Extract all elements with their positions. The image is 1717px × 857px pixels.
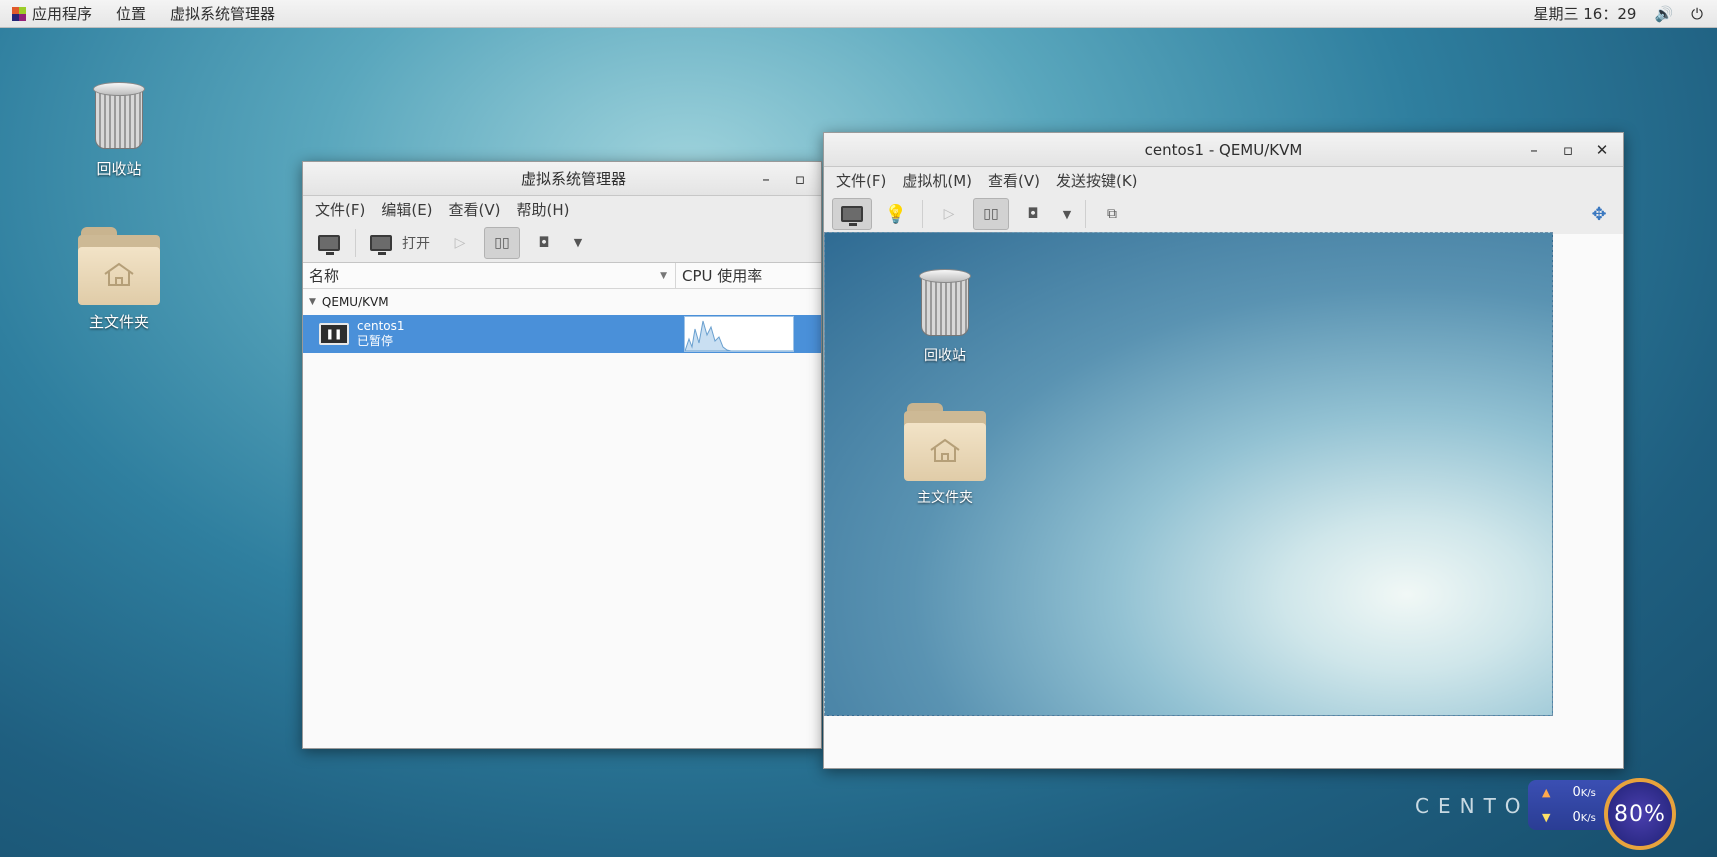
clock[interactable]: 星期三 16：29	[1533, 3, 1636, 24]
minimize-icon[interactable]: –	[1519, 137, 1549, 163]
menu-file[interactable]: 文件(F)	[307, 199, 373, 220]
pause-icon[interactable]: ▯▯	[973, 198, 1009, 230]
chevron-down-icon[interactable]: ▼	[568, 227, 588, 259]
centos-logo-icon	[12, 6, 26, 21]
guest-home-label: 主文件夹	[917, 490, 973, 506]
guest-display[interactable]: 回收站 主文件夹	[824, 232, 1553, 716]
vm-name: centos1	[357, 319, 405, 333]
menu-vm[interactable]: 虚拟机(M)	[894, 170, 980, 191]
vmm-title: 虚拟系统管理器	[521, 170, 627, 188]
new-vm-icon	[318, 234, 340, 255]
vm-status: 已暂停	[357, 334, 394, 348]
virt-manager-window: 虚拟系统管理器 – ▫ 文件(F) 编辑(E) 查看(V) 帮助(H) 打开 ▷…	[302, 161, 822, 749]
home-folder-icon	[78, 227, 160, 305]
menu-file[interactable]: 文件(F)	[828, 170, 894, 191]
minimize-icon[interactable]: –	[751, 166, 781, 192]
guest-home-folder[interactable]: 主文件夹	[890, 403, 1000, 507]
shutdown-icon[interactable]: ◘	[1015, 198, 1051, 230]
vm-list-header: 名称 ▼ CPU 使用率	[303, 262, 821, 289]
chevron-down-icon[interactable]: ▼	[1057, 198, 1077, 230]
new-vm-button[interactable]	[311, 227, 347, 259]
applications-label: 应用程序	[32, 5, 93, 23]
menu-help[interactable]: 帮助(H)	[509, 199, 578, 220]
console-titlebar[interactable]: centos1 - QEMU/KVM – ▫ ✕	[824, 133, 1623, 167]
console-menubar: 文件(F) 虚拟机(M) 查看(V) 发送按键(K)	[824, 167, 1623, 194]
menu-view[interactable]: 查看(V)	[441, 199, 509, 220]
menu-edit[interactable]: 编辑(E)	[373, 199, 440, 220]
applications-menu[interactable]: 应用程序	[0, 0, 104, 28]
vm-row[interactable]: ❚❚ centos1 已暂停	[303, 315, 821, 353]
pause-icon[interactable]: ▯▯	[484, 226, 520, 259]
column-name[interactable]: 名称 ▼	[303, 262, 676, 289]
desktop-trash-label: 回收站	[96, 160, 142, 178]
desktop-trash[interactable]: 回收站	[64, 82, 174, 179]
console-title: centos1 - QEMU/KVM	[1144, 140, 1303, 159]
expander-icon[interactable]: ▼	[309, 297, 316, 307]
upload-arrow-icon: ▲	[1542, 786, 1551, 799]
download-unit: K/s	[1580, 813, 1596, 824]
monitor-icon	[841, 206, 863, 226]
open-label: 打开	[402, 235, 430, 252]
vmm-menubar: 文件(F) 编辑(E) 查看(V) 帮助(H)	[303, 196, 821, 223]
upload-value: 0	[1572, 785, 1581, 800]
volume-icon[interactable]: 🔊	[1654, 5, 1673, 23]
cpu-usage-graph	[684, 316, 794, 352]
vmm-toolbar: 打开 ▷ ▯▯ ◘ ▼	[303, 223, 821, 263]
shutdown-icon[interactable]: ◘	[526, 227, 562, 259]
group-label: QEMU/KVM	[321, 295, 389, 309]
home-folder-icon	[904, 403, 986, 481]
fullscreen-icon[interactable]: ✥	[1581, 198, 1617, 230]
column-cpu[interactable]: CPU 使用率	[676, 263, 762, 289]
trash-icon	[917, 269, 973, 339]
close-icon[interactable]: ✕	[1587, 137, 1617, 163]
menu-view[interactable]: 查看(V)	[980, 170, 1048, 191]
top-panel: 应用程序 位置 虚拟系统管理器 星期三 16：29 🔊 ⏻	[0, 0, 1717, 28]
lightbulb-icon[interactable]: 💡	[878, 198, 914, 230]
guest-trash[interactable]: 回收站	[890, 269, 1000, 365]
maximize-icon[interactable]: ▫	[785, 166, 815, 192]
open-button[interactable]: 打开	[364, 227, 436, 259]
run-icon[interactable]: ▷	[931, 198, 967, 230]
guest-trash-label: 回收站	[924, 348, 966, 364]
console-window: centos1 - QEMU/KVM – ▫ ✕ 文件(F) 虚拟机(M) 查看…	[823, 132, 1624, 769]
show-console-button[interactable]	[832, 198, 872, 230]
vmm-titlebar[interactable]: 虚拟系统管理器 – ▫	[303, 162, 821, 196]
console-toolbar: 💡 ▷ ▯▯ ◘ ▼ ⧉ ✥	[824, 194, 1623, 234]
screenshot-icon[interactable]: ⧉	[1094, 198, 1130, 230]
maximize-icon[interactable]: ▫	[1553, 137, 1583, 163]
trash-icon	[91, 82, 147, 152]
monitor-icon	[370, 234, 392, 255]
column-name-label: 名称	[309, 267, 340, 285]
upload-unit: K/s	[1580, 788, 1596, 799]
power-icon[interactable]: ⏻	[1691, 5, 1703, 23]
run-icon[interactable]: ▷	[442, 227, 478, 259]
menu-send-key[interactable]: 发送按键(K)	[1048, 170, 1146, 191]
download-value: 0	[1572, 810, 1581, 825]
places-menu[interactable]: 位置	[104, 0, 158, 28]
memory-usage-gauge[interactable]: 80%	[1604, 778, 1676, 850]
desktop-home-label: 主文件夹	[88, 313, 149, 331]
paused-vm-icon: ❚❚	[319, 323, 349, 345]
download-arrow-icon: ▼	[1542, 811, 1551, 824]
group-row[interactable]: ▼ QEMU/KVM	[303, 289, 821, 315]
active-app-menu[interactable]: 虚拟系统管理器	[158, 0, 287, 28]
desktop-home-folder[interactable]: 主文件夹	[64, 227, 174, 332]
sort-chevron-icon: ▼	[660, 270, 667, 281]
